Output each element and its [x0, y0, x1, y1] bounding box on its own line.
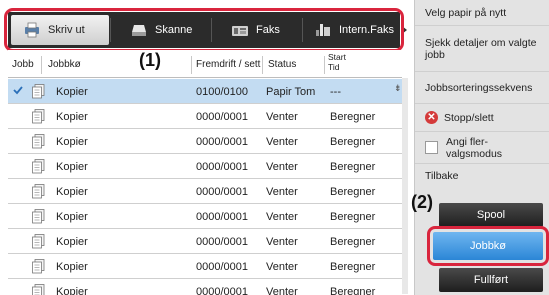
- job-status: Venter: [266, 235, 298, 248]
- copy-job-icon: [32, 159, 45, 174]
- job-status: Papir Tom: [266, 85, 316, 98]
- job-name: Kopier: [56, 235, 88, 248]
- job-start-time: Beregner: [330, 160, 376, 173]
- multi-select-checkbox[interactable]: [425, 141, 438, 154]
- copy-job-icon: [32, 109, 45, 124]
- menu-item-job-sort-order[interactable]: Jobbsorteringssekvens: [415, 72, 549, 104]
- table-row[interactable]: Kopier 0100/0100 Papir Tom ---: [8, 79, 402, 104]
- column-status: Status: [268, 58, 297, 70]
- job-status: Venter: [266, 110, 298, 123]
- checkmark-icon: [13, 85, 23, 95]
- job-progress: 0000/0001: [196, 185, 248, 198]
- copy-job-icon: [32, 259, 45, 274]
- menu-item-stop-delete[interactable]: ✕ Stopp/slett: [415, 104, 549, 132]
- job-progress: 0000/0001: [196, 160, 248, 173]
- menu-item-multi-select[interactable]: Angi fler-valgsmodus: [415, 132, 549, 164]
- callout-label-1: (1): [139, 50, 161, 70]
- job-start-time: Beregner: [330, 210, 376, 223]
- table-row[interactable]: Kopier 0000/0001 Venter Beregner: [8, 204, 402, 229]
- job-name: Kopier: [56, 135, 88, 148]
- completed-button[interactable]: Fullført: [439, 268, 543, 292]
- copy-job-icon: [32, 184, 45, 199]
- job-table-header: Jobb Jobbkø Fremdrift / sett Status Star…: [8, 50, 402, 78]
- column-fremdrift: Fremdrift / sett: [196, 58, 261, 70]
- job-progress: 0000/0001: [196, 260, 248, 273]
- job-status: Venter: [266, 260, 298, 273]
- column-start-tid: Start Tid: [328, 52, 346, 72]
- job-name: Kopier: [56, 110, 88, 123]
- table-row[interactable]: Kopier 0000/0001 Venter Beregner: [8, 229, 402, 254]
- job-start-time: Beregner: [330, 135, 376, 148]
- job-start-time: Beregner: [330, 110, 376, 123]
- job-name: Kopier: [56, 260, 88, 273]
- job-progress: 0000/0001: [196, 110, 248, 123]
- copy-job-icon: [32, 284, 45, 295]
- job-name: Kopier: [56, 285, 88, 295]
- job-start-time: Beregner: [330, 185, 376, 198]
- job-name: Kopier: [56, 85, 88, 98]
- job-start-time: Beregner: [330, 260, 376, 273]
- copy-job-icon: [32, 209, 45, 224]
- menu-item-select-paper[interactable]: Velg papir på nytt: [415, 0, 549, 26]
- menu-item-back[interactable]: Tilbake: [415, 164, 549, 188]
- highlight-frame-tabs: [4, 8, 404, 52]
- job-status: Venter: [266, 135, 298, 148]
- table-row[interactable]: Kopier 0000/0001 Venter Beregner: [8, 279, 402, 295]
- spool-button[interactable]: Spool: [439, 203, 543, 227]
- scrollbar[interactable]: [402, 78, 408, 294]
- job-name: Kopier: [56, 160, 88, 173]
- menu-item-check-details[interactable]: Sjekk detaljer om valgte jobb: [415, 26, 549, 72]
- table-row[interactable]: Kopier 0000/0001 Venter Beregner: [8, 129, 402, 154]
- job-status: Venter: [266, 210, 298, 223]
- job-start-time: Beregner: [330, 235, 376, 248]
- job-progress: 0000/0001: [196, 135, 248, 148]
- job-start-time: Beregner: [330, 285, 376, 295]
- copy-job-icon: [32, 234, 45, 249]
- callout-label-2: (2): [411, 192, 433, 212]
- job-name: Kopier: [56, 210, 88, 223]
- job-progress: 0000/0001: [196, 235, 248, 248]
- job-progress: 0000/0001: [196, 285, 248, 295]
- job-start-time: ---: [330, 85, 341, 98]
- table-row[interactable]: Kopier 0000/0001 Venter Beregner: [8, 254, 402, 279]
- job-progress: 0100/0100: [196, 85, 248, 98]
- scroll-handle-icon[interactable]: ⇟: [394, 83, 402, 94]
- table-row[interactable]: Kopier 0000/0001 Venter Beregner: [8, 104, 402, 129]
- job-status: Venter: [266, 160, 298, 173]
- column-jobbko: Jobbkø: [48, 58, 81, 70]
- highlight-frame-job-queue: [427, 226, 549, 266]
- stop-icon: ✕: [425, 111, 438, 124]
- table-row[interactable]: Kopier 0000/0001 Venter Beregner: [8, 154, 402, 179]
- job-status: Venter: [266, 285, 298, 295]
- copy-job-icon: [32, 84, 45, 99]
- job-status: Venter: [266, 185, 298, 198]
- job-progress: 0000/0001: [196, 210, 248, 223]
- copy-job-icon: [32, 134, 45, 149]
- table-row[interactable]: Kopier 0000/0001 Venter Beregner: [8, 179, 402, 204]
- job-name: Kopier: [56, 185, 88, 198]
- column-jobb: Jobb: [12, 58, 34, 70]
